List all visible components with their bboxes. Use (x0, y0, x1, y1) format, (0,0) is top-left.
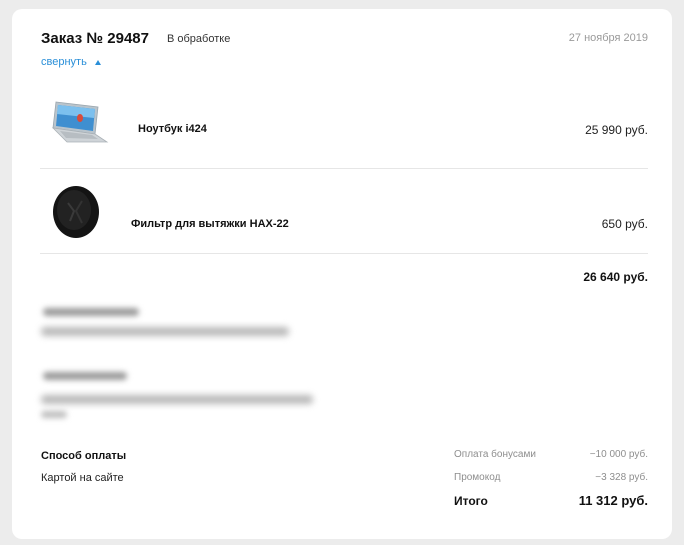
order-status: В обработке (167, 33, 231, 45)
redacted-block (41, 369, 331, 419)
redacted-line (41, 327, 289, 336)
item-price: 25 990 руб. (585, 123, 648, 137)
total-value: 11 312 руб. (578, 493, 648, 508)
divider (40, 253, 648, 254)
promo-label: Промокод (454, 472, 501, 483)
redacted-line (43, 372, 127, 380)
payment-method-value: Картой на сайте (41, 472, 124, 484)
order-subtotal: 26 640 руб. (583, 270, 648, 284)
order-item: Фильтр для вытяжки HAX-22 650 руб. (12, 169, 672, 254)
total-label: Итого (454, 494, 488, 508)
laptop-image (51, 101, 109, 143)
promo-value: −3 328 руб. (595, 472, 648, 483)
order-card: Заказ № 29487 В обработке 27 ноября 2019… (12, 9, 672, 539)
redacted-line (41, 411, 67, 418)
payment-method-label: Способ оплаты (41, 450, 127, 462)
redacted-block (41, 305, 301, 345)
bonus-value: −10 000 руб. (589, 449, 648, 460)
filter-image (53, 186, 99, 238)
order-item: Ноутбук i424 25 990 руб. (12, 84, 672, 169)
collapse-label: свернуть (41, 56, 87, 68)
redacted-line (41, 395, 313, 404)
redacted-line (43, 308, 139, 316)
item-price: 650 руб. (601, 217, 648, 231)
bonus-label: Оплата бонусами (454, 449, 536, 460)
item-name: Ноутбук i424 (138, 123, 207, 135)
collapse-link[interactable]: свернуть (41, 56, 101, 68)
item-name: Фильтр для вытяжки HAX-22 (131, 218, 289, 230)
order-date: 27 ноября 2019 (568, 32, 648, 44)
chevron-up-icon (94, 59, 101, 65)
order-title: Заказ № 29487 (41, 30, 149, 47)
